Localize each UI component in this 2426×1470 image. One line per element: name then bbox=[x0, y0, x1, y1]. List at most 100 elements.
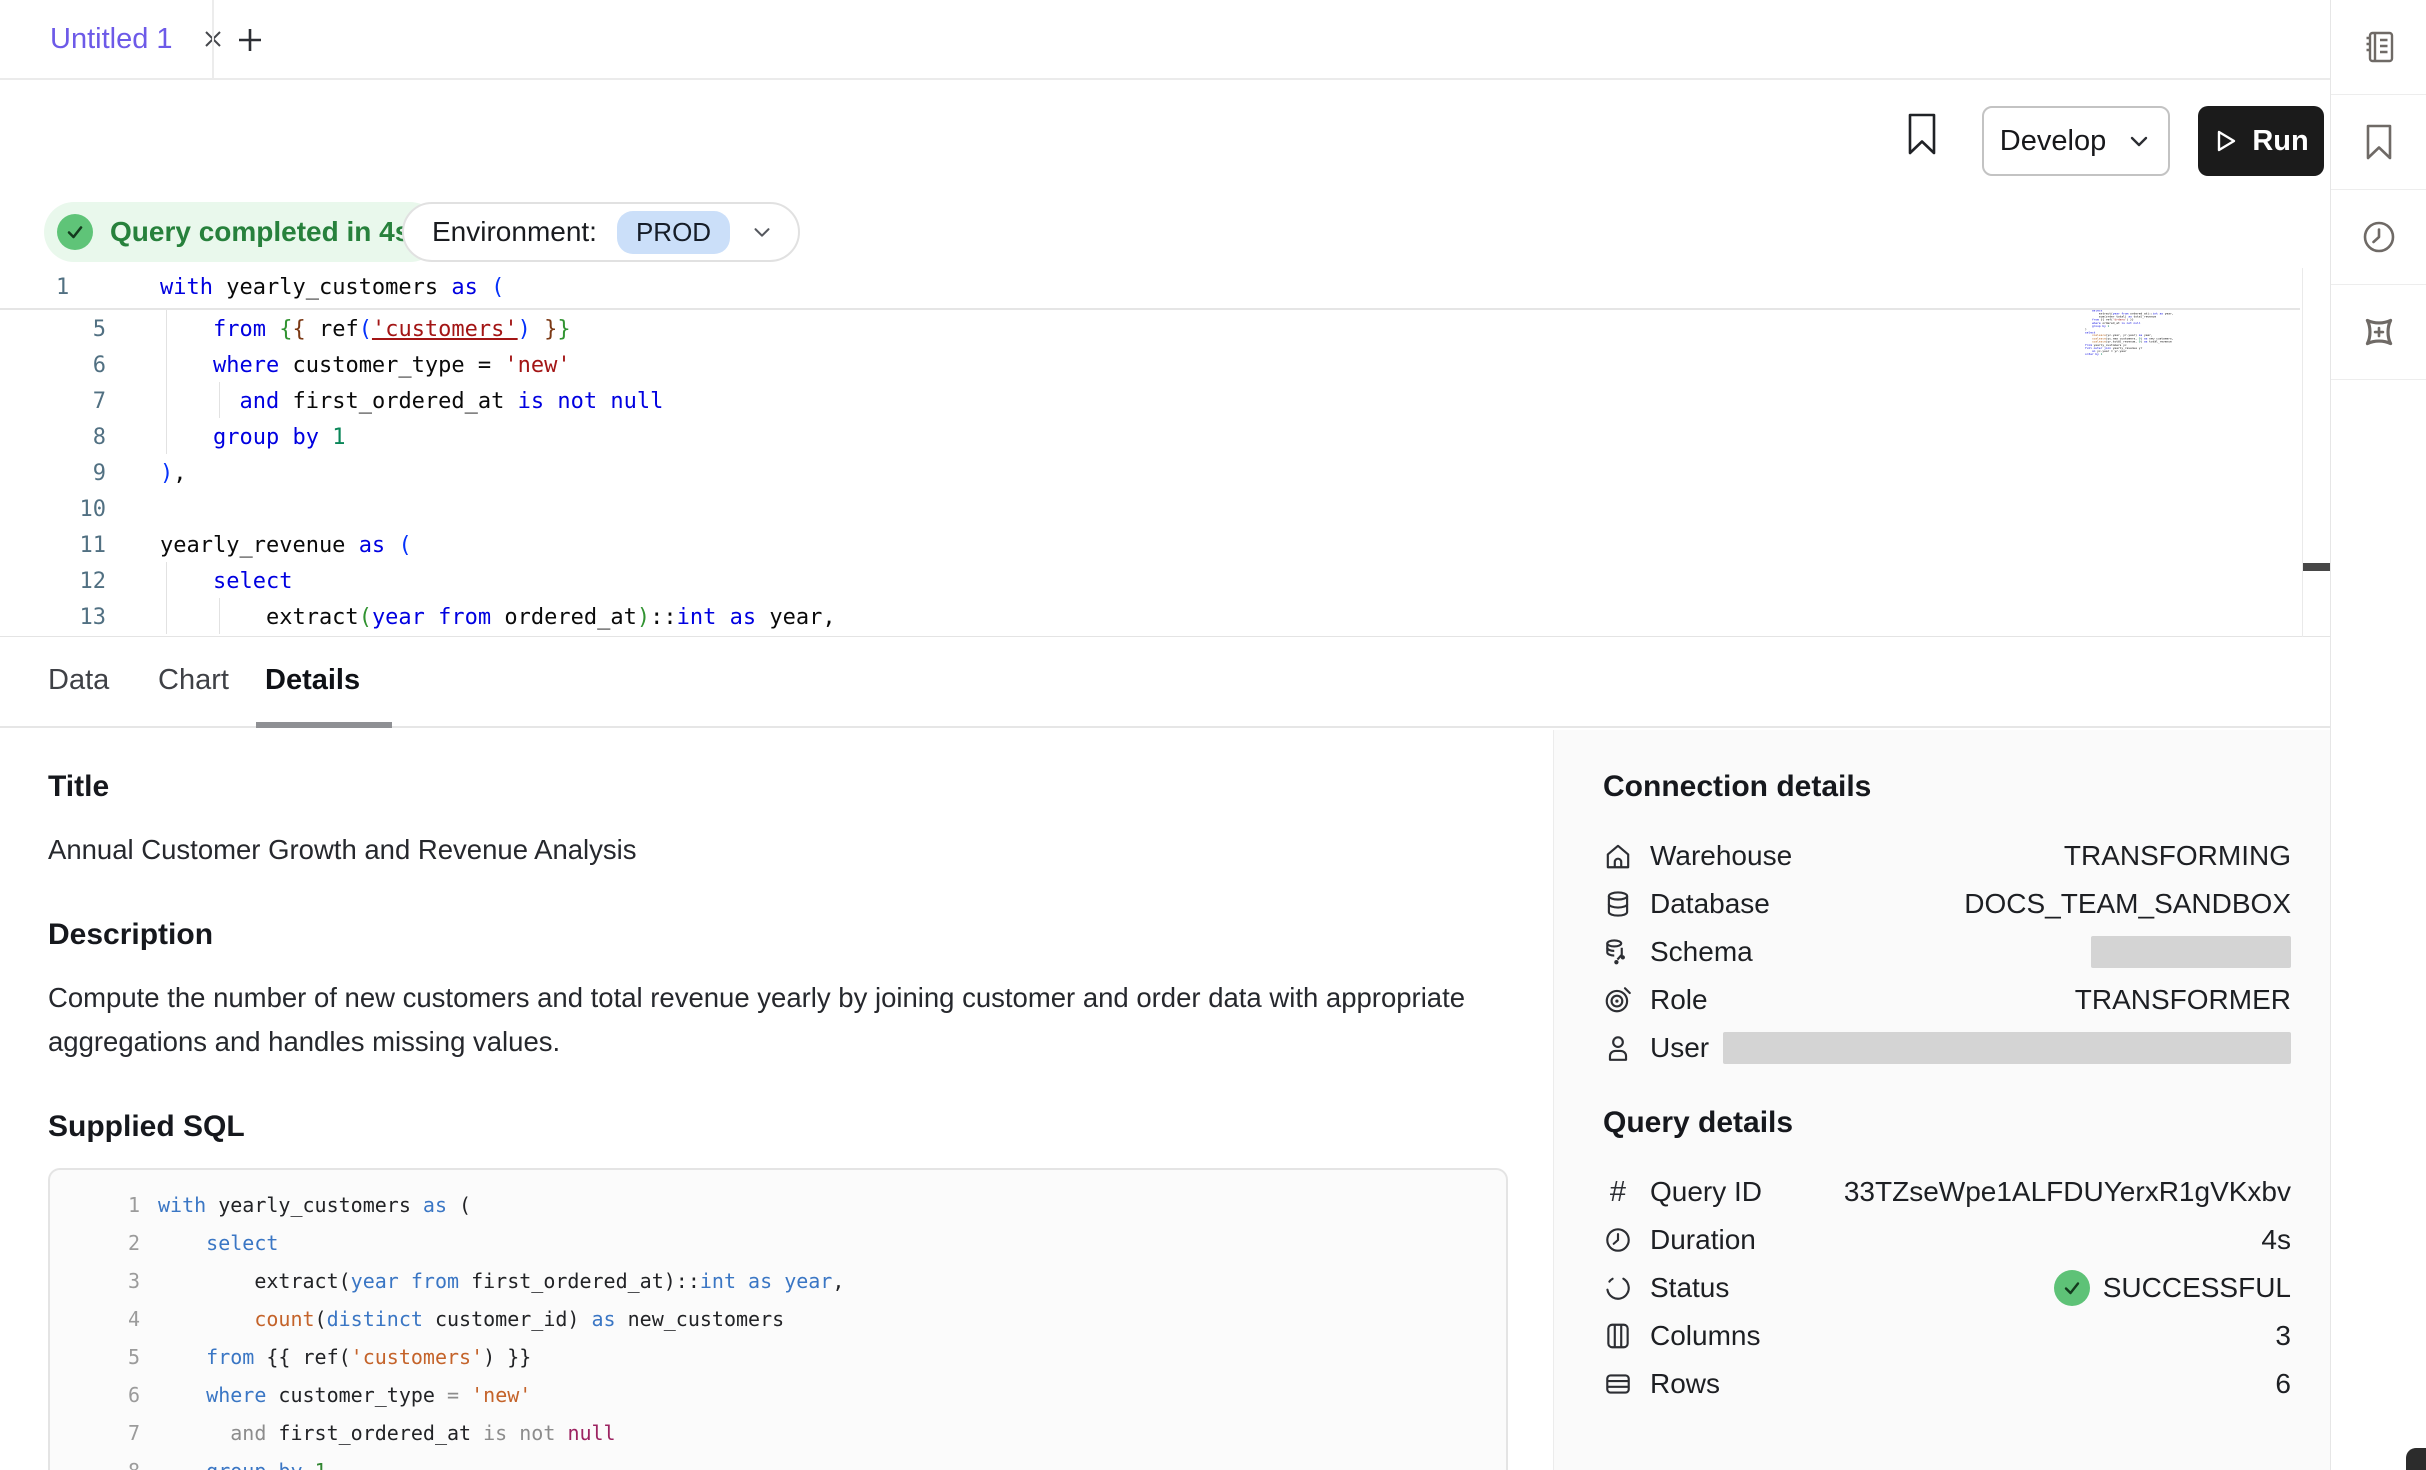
tab-chart[interactable]: Chart bbox=[158, 664, 229, 697]
status-label: Status bbox=[1650, 1272, 1729, 1304]
code-line: order by 1 bbox=[2085, 353, 2223, 356]
success-check-icon bbox=[2054, 1270, 2090, 1306]
user-value-redacted bbox=[1723, 1032, 2291, 1064]
code-line: 12 select bbox=[0, 564, 836, 600]
code-line: 9), bbox=[0, 456, 836, 492]
bookmark-icon bbox=[1905, 112, 1939, 156]
clock-icon bbox=[1603, 1225, 1633, 1255]
bookmarks-panel-button[interactable] bbox=[2331, 95, 2426, 190]
chevron-down-icon bbox=[750, 220, 774, 244]
columns-icon bbox=[1603, 1321, 1633, 1351]
run-button[interactable]: Run bbox=[2198, 106, 2324, 176]
query-status-text: Query completed in 4s bbox=[110, 216, 410, 248]
editor-scrollbar-track bbox=[2302, 268, 2303, 637]
notebook-panel-button[interactable] bbox=[2331, 0, 2426, 95]
editor-code-lines[interactable]: 5 from {{ ref('customers') }}6 where cus… bbox=[0, 312, 836, 636]
connection-details-heading: Connection details bbox=[1603, 770, 2291, 804]
bookmark-button[interactable] bbox=[1902, 110, 1942, 158]
code-line: 7 and first_ordered_at is not null bbox=[0, 384, 836, 420]
description-value: Compute the number of new customers and … bbox=[48, 976, 1478, 1064]
lineage-star-icon bbox=[2358, 311, 2400, 353]
database-value: DOCS_TEAM_SANDBOX bbox=[1964, 888, 2291, 920]
code-line: 3 extract(year from first_ordered_at)::i… bbox=[80, 1262, 1506, 1300]
query-row-id: # Query ID 33TZseWpe1ALFDUYerxR1gVKxbv bbox=[1603, 1168, 2291, 1216]
environment-selector[interactable]: Environment: PROD bbox=[402, 202, 800, 262]
rows-value: 6 bbox=[2275, 1368, 2291, 1400]
lineage-panel-button[interactable] bbox=[2331, 285, 2426, 380]
develop-dropdown[interactable]: Develop bbox=[1982, 106, 2170, 176]
code-line: 7 and first_ordered_at is not null bbox=[80, 1414, 1506, 1452]
warehouse-value: TRANSFORMING bbox=[2064, 840, 2291, 872]
tab-divider bbox=[212, 0, 214, 78]
active-tab-indicator bbox=[256, 722, 392, 728]
results-tab-bar: Data Chart Details bbox=[0, 640, 2330, 728]
rows-label: Rows bbox=[1650, 1368, 1720, 1400]
play-icon bbox=[2213, 127, 2239, 155]
right-icon-sidebar bbox=[2330, 0, 2426, 1470]
query-row-duration: Duration 4s bbox=[1603, 1216, 2291, 1264]
plus-icon bbox=[235, 25, 265, 55]
title-heading: Title bbox=[48, 770, 1508, 804]
bookmark-icon bbox=[2362, 122, 2396, 162]
code-line: 13 extract(year from ordered_at)::int as… bbox=[0, 600, 836, 636]
query-details-heading: Query details bbox=[1603, 1106, 2291, 1140]
environment-value-badge: PROD bbox=[617, 211, 730, 254]
hash-icon: # bbox=[1603, 1177, 1633, 1207]
connection-row-database: Database DOCS_TEAM_SANDBOX bbox=[1603, 880, 2291, 928]
role-label: Role bbox=[1650, 984, 1708, 1016]
supplied-sql-heading: Supplied SQL bbox=[48, 1110, 1508, 1144]
code-line: 10 bbox=[0, 492, 836, 528]
indent-guide bbox=[166, 310, 167, 454]
details-right-column: Connection details Warehouse TRANSFORMIN… bbox=[1603, 770, 2291, 1408]
role-icon bbox=[1603, 985, 1633, 1015]
warehouse-label: Warehouse bbox=[1650, 840, 1792, 872]
query-id-label: Query ID bbox=[1650, 1176, 1762, 1208]
history-panel-button[interactable] bbox=[2331, 190, 2426, 285]
query-row-status: Status SUCCESSFUL bbox=[1603, 1264, 2291, 1312]
role-value: TRANSFORMER bbox=[2075, 984, 2291, 1016]
clock-icon bbox=[2359, 217, 2399, 257]
columns-value: 3 bbox=[2275, 1320, 2291, 1352]
warehouse-icon bbox=[1603, 841, 1633, 871]
ide-window: Untitled 1 Develop Run bbox=[0, 0, 2426, 1470]
corner-floating-button[interactable] bbox=[2406, 1448, 2426, 1470]
connection-row-role: Role TRANSFORMER bbox=[1603, 976, 2291, 1024]
details-left-column: Title Annual Customer Growth and Revenue… bbox=[48, 770, 1508, 1470]
tab-data[interactable]: Data bbox=[48, 664, 109, 697]
schema-value-redacted bbox=[2091, 936, 2291, 968]
schema-icon bbox=[1603, 937, 1633, 967]
code-line: 4 count(distinct customer_id) as new_cus… bbox=[80, 1300, 1506, 1338]
duration-label: Duration bbox=[1650, 1224, 1756, 1256]
check-circle-icon bbox=[57, 214, 93, 250]
code-line: 1with yearly_customers as ( bbox=[0, 268, 2300, 308]
supplied-sql-code-block[interactable]: 1with yearly_customers as (2 select3 ext… bbox=[48, 1168, 1508, 1470]
database-label: Database bbox=[1650, 888, 1770, 920]
run-label: Run bbox=[2252, 125, 2308, 158]
file-tab-bar: Untitled 1 bbox=[0, 0, 2330, 80]
code-line: 5 from {{ ref('customers') }} bbox=[0, 312, 836, 348]
chevron-down-icon bbox=[2126, 128, 2152, 154]
connection-row-user: User bbox=[1603, 1024, 2291, 1072]
notebook-icon bbox=[2359, 27, 2399, 67]
query-status-pill: Query completed in 4s bbox=[44, 202, 440, 262]
columns-label: Columns bbox=[1650, 1320, 1760, 1352]
new-tab-button[interactable] bbox=[232, 22, 268, 58]
code-line: 1with yearly_customers as ( bbox=[80, 1186, 1506, 1224]
editor-sticky-line: 1with yearly_customers as ( bbox=[0, 268, 2300, 310]
duration-value: 4s bbox=[2261, 1224, 2291, 1256]
schema-label: Schema bbox=[1650, 936, 1753, 968]
indent-guide bbox=[219, 382, 220, 418]
code-line: 6 where customer_type = 'new' bbox=[80, 1376, 1506, 1414]
editor-scrollbar-thumb[interactable] bbox=[2303, 563, 2330, 571]
title-value: Annual Customer Growth and Revenue Analy… bbox=[48, 828, 1508, 872]
tab-details[interactable]: Details bbox=[265, 664, 360, 697]
indent-guide bbox=[166, 562, 167, 634]
code-line: 11yearly_revenue as ( bbox=[0, 528, 836, 564]
query-id-value: 33TZseWpe1ALFDUYerxR1gVKxbv bbox=[1844, 1176, 2291, 1208]
connection-row-warehouse: Warehouse TRANSFORMING bbox=[1603, 832, 2291, 880]
database-icon bbox=[1603, 889, 1633, 919]
editor-sticky-code: 1with yearly_customers as ( bbox=[0, 268, 2300, 308]
file-tab-untitled-1[interactable]: Untitled 1 bbox=[0, 0, 255, 78]
sql-editor[interactable]: 1with yearly_customers as ( 5 from {{ re… bbox=[0, 268, 2330, 637]
user-icon bbox=[1603, 1033, 1633, 1063]
